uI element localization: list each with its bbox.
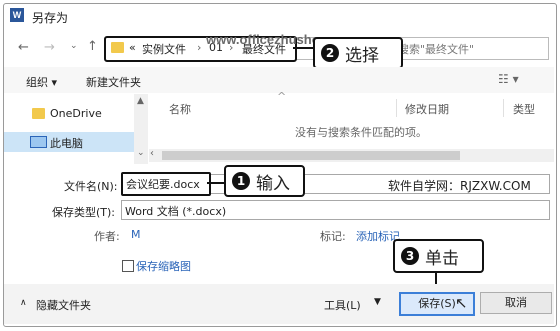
new-folder-button[interactable]: 新建文件夹 <box>86 74 141 90</box>
step-text: 单击 <box>425 248 459 269</box>
breadcrumb-overflow[interactable]: « <box>129 41 136 54</box>
scroll-up-icon[interactable]: ▲ <box>137 96 144 106</box>
filename-label: 文件名(N): <box>64 180 118 193</box>
column-modified-header[interactable]: 修改日期 <box>405 101 449 117</box>
callout-step-3: 3 单击 <box>393 239 484 273</box>
scroll-left-icon[interactable]: ‹ <box>150 148 154 159</box>
callout-connector <box>293 47 313 49</box>
hide-folders-button[interactable]: 隐藏文件夹 <box>36 297 91 313</box>
tags-label: 标记: <box>320 230 346 243</box>
window-title: 另存为 <box>32 11 69 25</box>
folder-icon <box>32 108 45 119</box>
column-divider <box>503 99 504 117</box>
scroll-thumb[interactable] <box>162 151 460 160</box>
search-placeholder: 搜索"最终文件" <box>398 43 475 56</box>
cancel-button[interactable]: 取消 <box>480 292 552 314</box>
organize-button[interactable]: 组织 ▾ <box>26 74 57 90</box>
callout-connector <box>207 182 224 184</box>
recent-chevron-icon[interactable]: ⌄ <box>70 41 78 51</box>
savetype-select[interactable]: Word 文档 (*.docx) <box>121 200 550 220</box>
sort-indicator-icon: ^ <box>277 90 287 103</box>
step-number: 2 <box>321 44 339 62</box>
breadcrumb-separator: › <box>197 41 202 54</box>
save-thumbnail-label[interactable]: 保存缩略图 <box>136 258 191 274</box>
save-thumbnail-checkbox[interactable] <box>122 260 134 272</box>
up-arrow-icon[interactable]: ↑ <box>87 39 98 54</box>
mouse-cursor-icon: ↖ <box>455 294 468 312</box>
filename-input[interactable]: 会议纪要.docx <box>121 172 211 196</box>
empty-message: 没有与搜索条件匹配的项。 <box>295 126 427 139</box>
step-text: 输入 <box>256 173 290 194</box>
nav-item-onedrive[interactable]: OneDrive <box>50 107 102 120</box>
back-arrow-icon[interactable]: ← <box>18 40 29 55</box>
column-type-header[interactable]: 类型 <box>513 101 535 117</box>
computer-icon <box>30 136 47 148</box>
tools-button[interactable]: 工具(L) <box>324 297 361 313</box>
cancel-button-label: 取消 <box>505 296 527 309</box>
navigation-pane: OneDrive 此电脑 <box>4 94 134 164</box>
savetype-value: Word 文档 (*.docx) <box>125 205 227 218</box>
callout-step-1: 1 输入 <box>224 165 305 197</box>
column-divider <box>396 99 397 117</box>
folder-icon <box>111 42 124 53</box>
site-watermark: 软件自学网：RJZXW.COM <box>388 179 531 193</box>
save-button-label: 保存(S) <box>418 297 456 310</box>
column-name-header[interactable]: 名称 <box>169 101 191 117</box>
search-field[interactable]: 搜索"最终文件" <box>383 37 549 60</box>
callout-step-2: 2 选择 <box>313 37 403 69</box>
tools-dropdown-icon[interactable]: ▼ <box>374 297 381 307</box>
step-number: 1 <box>232 172 250 190</box>
savetype-label: 保存类型(T): <box>52 206 116 219</box>
file-list: 名称 ^ 修改日期 类型 没有与搜索条件匹配的项。 <box>149 90 554 149</box>
word-icon: W <box>10 8 24 22</box>
forward-arrow-icon[interactable]: → <box>44 40 55 55</box>
authors-value[interactable]: M <box>131 228 141 241</box>
view-options-icon[interactable]: ☷ ▾ <box>498 72 519 86</box>
nav-item-this-pc[interactable]: 此电脑 <box>50 135 83 151</box>
chevron-up-icon[interactable]: ∧ <box>20 298 27 308</box>
step-number: 3 <box>401 247 419 265</box>
breadcrumb-item-1[interactable]: 实例文件 <box>142 41 186 57</box>
scroll-down-icon[interactable]: ⌄ <box>137 148 145 158</box>
filename-value: 会议纪要.docx <box>126 178 200 191</box>
step-text: 选择 <box>345 45 379 66</box>
authors-label: 作者: <box>94 230 120 243</box>
